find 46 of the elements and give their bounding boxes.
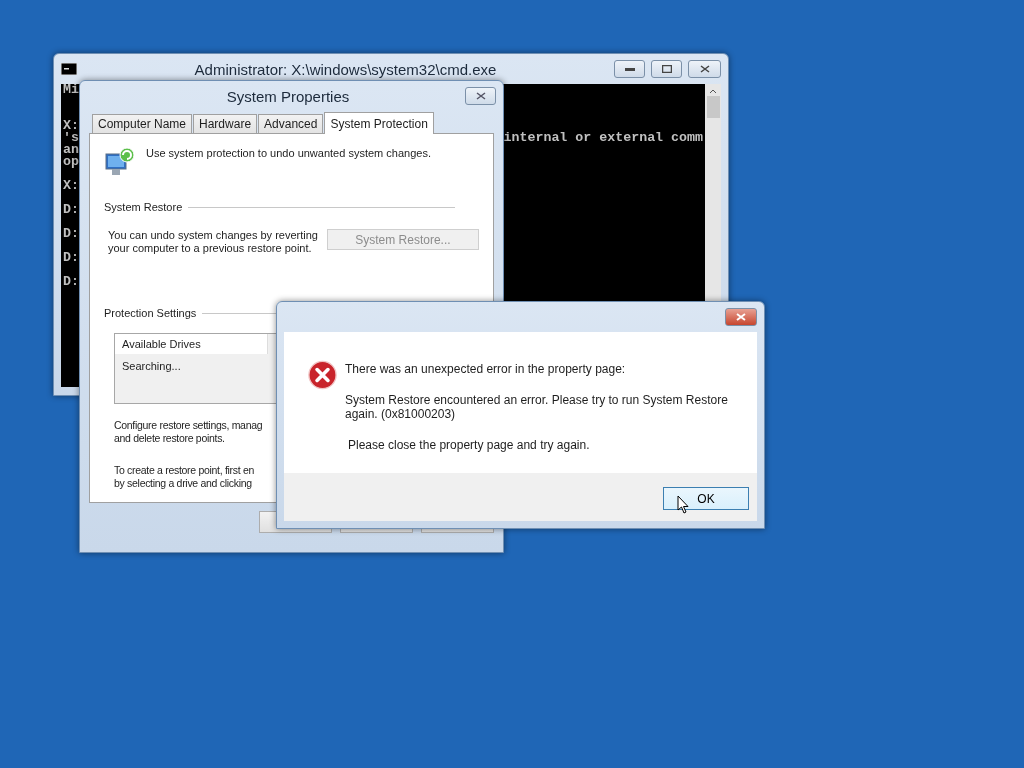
description-text: Configure restore settings, manag (114, 419, 263, 432)
tab[interactable]: Advanced (258, 114, 324, 133)
description-text: by selecting a drive and clicking (114, 477, 252, 490)
tab[interactable]: System Protection (324, 112, 434, 134)
column-header[interactable]: Available Drives (115, 334, 268, 354)
window-title: System Properties (225, 87, 351, 105)
window-title: Administrator: X:\windows\system32\cmd.exe (193, 60, 498, 78)
minimize-button[interactable] (614, 60, 645, 78)
description-text: You can undo system changes by reverting your computer to a previous restore point. (108, 229, 319, 255)
scroll-up-icon[interactable] (709, 88, 717, 94)
tab[interactable]: Computer Name (92, 114, 193, 133)
description-text: To create a restore point, first en (114, 464, 255, 477)
minimize-icon (624, 67, 635, 71)
console-text: D: (63, 228, 79, 240)
scroll-thumb[interactable] (706, 96, 720, 118)
error-heading: There was an unexpected error in the property page: (345, 362, 627, 376)
error-icon (308, 359, 337, 391)
console-text: 's (63, 132, 79, 144)
close-button[interactable] (465, 87, 496, 105)
console-text: internal or external comm (503, 132, 703, 144)
description-text: and delete restore points. (114, 432, 225, 445)
console-text: X: (63, 180, 79, 192)
tab[interactable]: Hardware (193, 114, 258, 133)
close-icon (736, 313, 746, 321)
console-icon (61, 63, 77, 75)
console-text: X: (63, 120, 79, 132)
close-button[interactable] (688, 60, 721, 78)
error-hint: Please close the property page and try again. (347, 438, 591, 452)
console-text: op (63, 156, 79, 168)
console-text: D: (63, 204, 79, 216)
maximize-icon (661, 65, 672, 73)
console-text: Mi (63, 84, 79, 96)
close-button[interactable] (725, 308, 757, 326)
maximize-button[interactable] (651, 60, 682, 78)
intro-text: Use system protection to undo unwanted system changes. (146, 147, 431, 160)
group-heading: Protection Settings (104, 307, 197, 320)
close-icon (699, 65, 710, 73)
group-heading: System Restore (104, 201, 183, 214)
console-text: an (63, 144, 79, 156)
console-text: D: (63, 276, 79, 288)
error-message: System Restore encountered an error. Please try to run System Restore again. (0x81000203) (345, 393, 729, 421)
console-text: D: (63, 252, 79, 264)
close-icon (475, 92, 486, 100)
computer-icon (104, 146, 136, 178)
status-text: Searching... (122, 360, 181, 372)
cursor-icon (677, 495, 689, 514)
